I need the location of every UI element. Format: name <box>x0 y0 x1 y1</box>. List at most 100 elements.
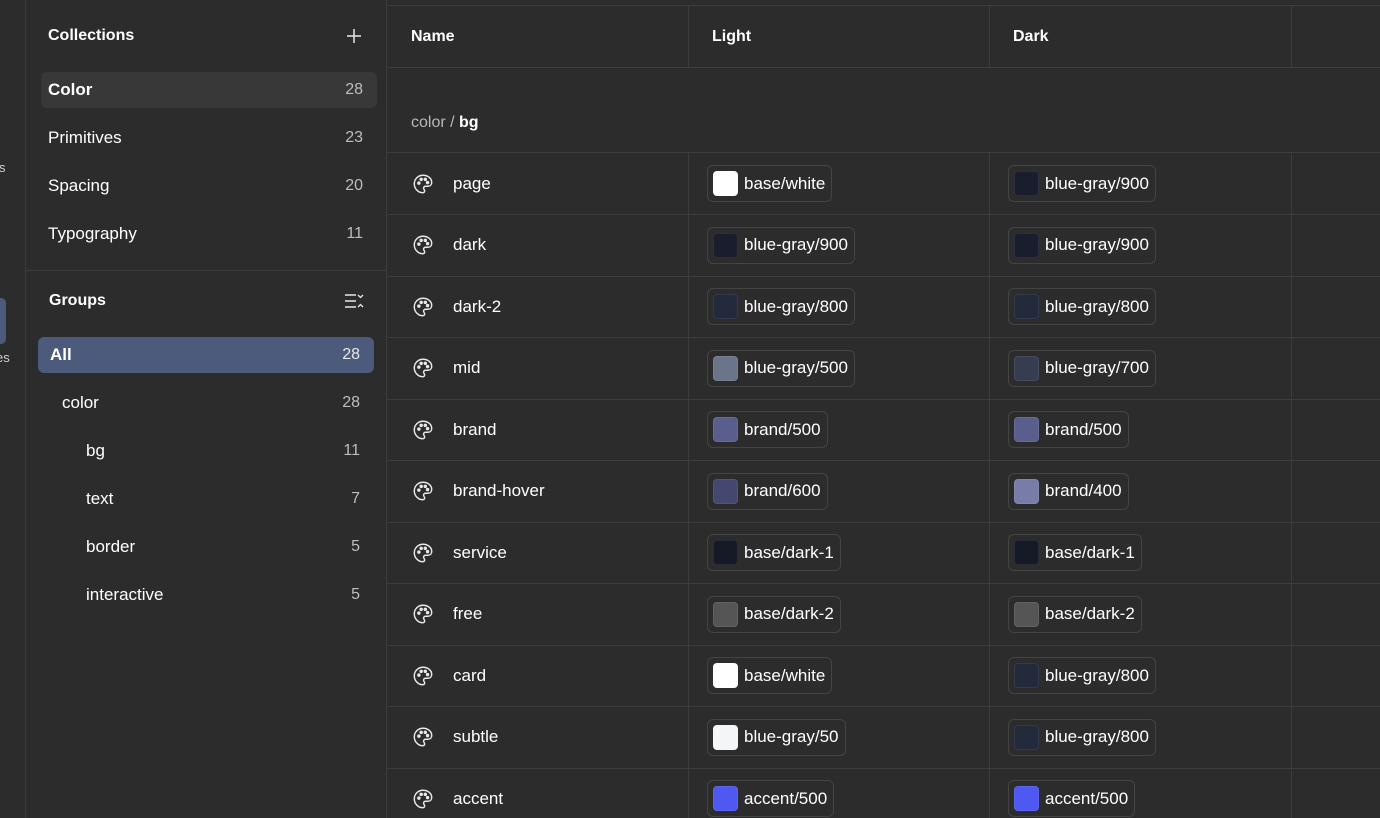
variable-name[interactable]: card <box>453 666 486 686</box>
dark-value-chip[interactable]: brand/400 <box>1008 472 1129 510</box>
light-value-chip[interactable]: base/dark-2 <box>707 595 841 633</box>
light-value-label: accent/500 <box>744 788 828 808</box>
dark-value-chip[interactable]: base/dark-1 <box>1008 534 1142 571</box>
dark-value-label: blue-gray/800 <box>1045 296 1149 316</box>
color-swatch <box>1014 355 1039 381</box>
color-swatch <box>1014 294 1039 319</box>
group-label: color <box>62 393 99 412</box>
color-swatch <box>713 478 738 504</box>
light-value-chip[interactable]: blue-gray/900 <box>707 226 855 264</box>
column-divider <box>1291 153 1292 818</box>
variable-name[interactable]: brand-hover <box>453 481 545 501</box>
collection-label: Color <box>48 80 93 99</box>
collection-item[interactable]: Color 28 <box>41 72 377 108</box>
dark-value-chip[interactable]: brand/500 <box>1008 411 1129 448</box>
dark-value-chip[interactable]: blue-gray/700 <box>1008 349 1156 387</box>
light-value-chip[interactable]: accent/500 <box>707 780 835 817</box>
dark-value-label: base/dark-1 <box>1045 542 1135 562</box>
left-rail: s es <box>0 0 26 818</box>
table-row[interactable]: dark-2 blue-gray/800 blue-gray/800 <box>387 276 1380 338</box>
light-value-chip[interactable]: base/dark-1 <box>707 534 841 571</box>
dark-value-chip[interactable]: blue-gray/800 <box>1008 657 1156 694</box>
dark-value-chip[interactable]: blue-gray/900 <box>1008 165 1156 202</box>
dark-value-chip[interactable]: blue-gray/900 <box>1008 226 1156 264</box>
group-label: border <box>86 537 136 556</box>
variable-name[interactable]: mid <box>453 358 480 378</box>
group-item[interactable]: border 5 <box>38 529 374 565</box>
group-count: 5 <box>351 586 360 603</box>
variable-name-cell: dark <box>411 215 486 276</box>
collection-label: Typography <box>48 224 137 243</box>
column-header-name[interactable]: Name <box>387 6 455 67</box>
collections-header: Collections <box>48 24 364 48</box>
light-value-chip[interactable]: base/white <box>707 165 833 202</box>
dark-value-chip[interactable]: accent/500 <box>1008 780 1136 817</box>
light-value-label: blue-gray/50 <box>744 727 839 746</box>
variable-name-cell: card <box>411 645 486 706</box>
variable-name[interactable]: dark-2 <box>453 297 501 317</box>
variable-name[interactable]: service <box>453 543 507 563</box>
collapse-list-icon[interactable] <box>344 291 364 311</box>
group-item[interactable]: interactive 5 <box>38 577 374 613</box>
group-item[interactable]: All 28 <box>38 337 374 373</box>
light-value-chip[interactable]: base/white <box>707 657 833 694</box>
palette-icon <box>411 725 435 749</box>
light-value-chip[interactable]: blue-gray/50 <box>707 718 846 756</box>
color-swatch <box>1014 232 1039 258</box>
table-row[interactable]: service base/dark-1 base/dark-1 <box>387 522 1380 584</box>
table-row[interactable]: brand-hover brand/600 brand/400 <box>387 461 1380 523</box>
column-divider <box>989 6 990 68</box>
collection-item[interactable]: Spacing 20 <box>41 168 377 204</box>
variable-name[interactable]: dark <box>453 235 486 255</box>
table-row[interactable]: mid blue-gray/500 blue-gray/700 <box>387 338 1380 400</box>
collection-item[interactable]: Primitives 23 <box>41 120 377 156</box>
variable-name[interactable]: page <box>453 174 491 194</box>
group-label: interactive <box>86 585 164 604</box>
table-row[interactable]: card base/white blue-gray/800 <box>387 645 1380 707</box>
table-row[interactable]: dark blue-gray/900 blue-gray/900 <box>387 215 1380 277</box>
dark-value-chip[interactable]: blue-gray/800 <box>1008 718 1156 756</box>
column-header-dark[interactable]: Dark <box>989 6 1049 67</box>
dark-value-label: brand/500 <box>1045 419 1122 439</box>
table-row[interactable]: accent accent/500 accent/500 <box>387 768 1380 818</box>
column-divider <box>688 6 689 68</box>
palette-icon <box>411 541 435 565</box>
plus-icon[interactable] <box>344 26 364 46</box>
table-row[interactable]: free base/dark-2 base/dark-2 <box>387 584 1380 646</box>
palette-icon <box>411 172 435 196</box>
light-value-label: base/white <box>744 665 826 685</box>
light-value-label: blue-gray/500 <box>744 358 848 377</box>
column-header-light[interactable]: Light <box>688 6 751 67</box>
dark-value-chip[interactable]: blue-gray/800 <box>1008 288 1156 325</box>
variable-name[interactable]: accent <box>453 789 503 809</box>
variables-panel: s es Collections Color 28 Primitives 23 Sp… <box>0 0 1380 818</box>
color-swatch <box>713 724 738 750</box>
table-row[interactable]: subtle blue-gray/50 blue-gray/800 <box>387 707 1380 769</box>
group-count: 7 <box>351 490 360 507</box>
light-value-chip[interactable]: brand/600 <box>707 472 828 510</box>
light-value-chip[interactable]: brand/500 <box>707 411 828 448</box>
group-path-prefix: color / <box>411 114 460 131</box>
group-item[interactable]: bg 11 <box>38 433 374 469</box>
collection-count: 28 <box>345 81 363 98</box>
group-item[interactable]: text 7 <box>38 481 374 517</box>
rail-label[interactable]: es <box>0 350 10 365</box>
variable-name-cell: mid <box>411 338 480 399</box>
group-item[interactable]: color 28 <box>38 385 374 421</box>
groups-title: Groups <box>49 292 106 309</box>
light-value-label: blue-gray/900 <box>744 235 848 254</box>
variable-name[interactable]: subtle <box>453 727 498 747</box>
variable-name[interactable]: brand <box>453 420 496 440</box>
table-row[interactable]: brand brand/500 brand/500 <box>387 399 1380 461</box>
light-value-chip[interactable]: blue-gray/500 <box>707 349 855 387</box>
rail-active-indicator[interactable] <box>0 298 6 344</box>
dark-value-chip[interactable]: base/dark-2 <box>1008 595 1142 633</box>
dark-value-label: blue-gray/900 <box>1045 173 1149 193</box>
color-swatch <box>713 663 738 688</box>
variable-name[interactable]: free <box>453 604 482 624</box>
collection-label: Spacing <box>48 176 110 195</box>
table-row[interactable]: page base/white blue-gray/900 <box>387 153 1380 215</box>
collection-item[interactable]: Typography 11 <box>41 216 377 252</box>
light-value-chip[interactable]: blue-gray/800 <box>707 288 855 325</box>
rail-label[interactable]: s <box>0 160 6 175</box>
